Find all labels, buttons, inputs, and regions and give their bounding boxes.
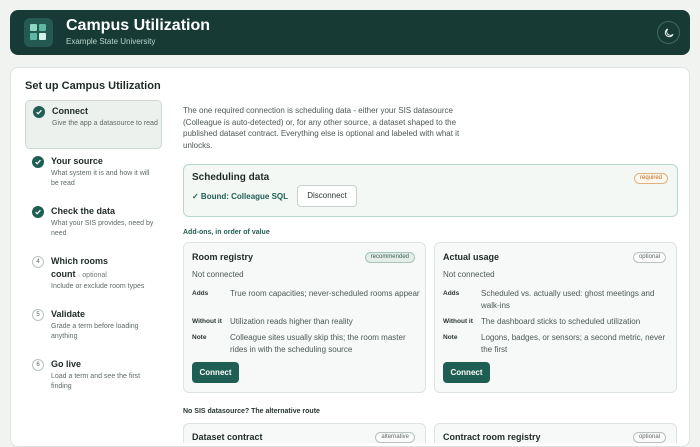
row-value: Logons, badges, or sensors; a second met… bbox=[481, 333, 666, 354]
row-value: Colleague sites usually skip this; the r… bbox=[230, 333, 406, 354]
step-name: Check the data bbox=[51, 206, 116, 216]
row-key: Without it bbox=[443, 318, 473, 325]
row-key: Without it bbox=[192, 318, 222, 325]
step-desc: What your SIS provides, need by need bbox=[51, 220, 154, 237]
alt-dataset-contract: Dataset contract alternative bbox=[183, 423, 426, 443]
step-check-data[interactable]: Check the data What your SIS provides, n… bbox=[25, 201, 162, 245]
row-value: Utilization reads higher than reality bbox=[230, 317, 353, 326]
step-desc: Load a term and see the first finding bbox=[51, 373, 141, 390]
theme-toggle-button[interactable] bbox=[657, 21, 680, 44]
step-name: Connect bbox=[52, 106, 88, 116]
scheduling-data-card: Scheduling data required ✓ Bound: Collea… bbox=[183, 164, 678, 217]
disconnect-button[interactable]: Disconnect bbox=[297, 185, 357, 207]
row-key: Note bbox=[192, 334, 207, 341]
addon-title: Contract room registry bbox=[443, 432, 541, 442]
addon-status: Not connected bbox=[192, 270, 244, 279]
required-badge: required bbox=[633, 173, 668, 184]
step-number: 5 bbox=[32, 309, 44, 321]
addon-status: Not connected bbox=[443, 270, 495, 279]
step-name: Your source bbox=[51, 156, 103, 166]
step-desc: Give the app a datasource to read bbox=[52, 120, 158, 127]
step-desc: Grade a term before loading anything bbox=[51, 323, 139, 340]
scheduling-title: Scheduling data bbox=[192, 172, 270, 183]
step-desc: Include or exclude room types bbox=[51, 283, 145, 290]
app-title: Campus Utilization bbox=[66, 17, 211, 34]
step-desc: What system it is and how it will be rea… bbox=[51, 170, 150, 187]
addons-label: Add-ons, in order of value bbox=[183, 229, 270, 236]
app-subtitle: Example State University bbox=[66, 37, 156, 46]
setup-card: Set up Campus Utilization Connect Give t… bbox=[10, 67, 690, 447]
addon-actual-usage: Actual usage optional Not connected Adds… bbox=[434, 242, 677, 393]
check-circle-icon bbox=[32, 206, 44, 218]
setup-title: Set up Campus Utilization bbox=[25, 80, 161, 92]
step-which-rooms[interactable]: 4 Which rooms count · optional Include or… bbox=[25, 251, 162, 301]
step-number: 6 bbox=[32, 359, 44, 371]
step-go-live[interactable]: 6 Go live Load a term and see the first … bbox=[25, 354, 162, 398]
intro-text: The one required connection is schedulin… bbox=[183, 106, 460, 150]
alt-contract-room-registry: Contract room registry optional bbox=[434, 423, 677, 443]
check-circle-icon bbox=[33, 106, 45, 118]
row-value: True room capacities; never-scheduled ro… bbox=[230, 289, 420, 298]
addon-title: Dataset contract bbox=[192, 432, 263, 442]
row-key: Note bbox=[443, 334, 458, 341]
bound-status: ✓ Bound: Colleague SQL bbox=[192, 192, 289, 201]
alt-route-label: No SIS datasource? The alternative route bbox=[183, 408, 320, 415]
recommended-badge: recommended bbox=[364, 252, 415, 263]
addon-room-registry: Room registry recommended Not connected … bbox=[183, 242, 426, 393]
addon-title: Room registry bbox=[192, 252, 254, 262]
step-validate[interactable]: 5 Validate Grade a term before loading a… bbox=[25, 304, 162, 348]
step-connect[interactable]: Connect Give the app a datasource to rea… bbox=[25, 100, 162, 149]
row-value: Scheduled vs. actually used: ghost meeti… bbox=[481, 289, 655, 310]
step-number: 4 bbox=[32, 256, 44, 268]
connect-button[interactable]: Connect bbox=[443, 362, 490, 383]
step-your-source[interactable]: Your source What system it is and how it… bbox=[25, 151, 162, 195]
step-name: Validate bbox=[51, 309, 86, 319]
row-key: Adds bbox=[192, 290, 209, 297]
moon-icon bbox=[664, 28, 674, 38]
optional-tag: · optional bbox=[78, 272, 107, 279]
optional-badge: optional bbox=[632, 252, 666, 263]
step-name-line1: Which rooms bbox=[51, 256, 109, 266]
addon-title: Actual usage bbox=[443, 252, 500, 262]
row-key: Adds bbox=[443, 290, 460, 297]
app-logo-icon bbox=[24, 18, 53, 47]
step-name-line2: count bbox=[51, 269, 76, 279]
check-circle-icon bbox=[32, 156, 44, 168]
step-name: Go live bbox=[51, 359, 82, 369]
connect-button[interactable]: Connect bbox=[192, 362, 239, 383]
step-name: Which rooms count · optional bbox=[51, 255, 159, 282]
row-value: The dashboard sticks to scheduled utiliz… bbox=[481, 317, 641, 326]
app-header: Campus Utilization Example State Univers… bbox=[10, 10, 690, 55]
